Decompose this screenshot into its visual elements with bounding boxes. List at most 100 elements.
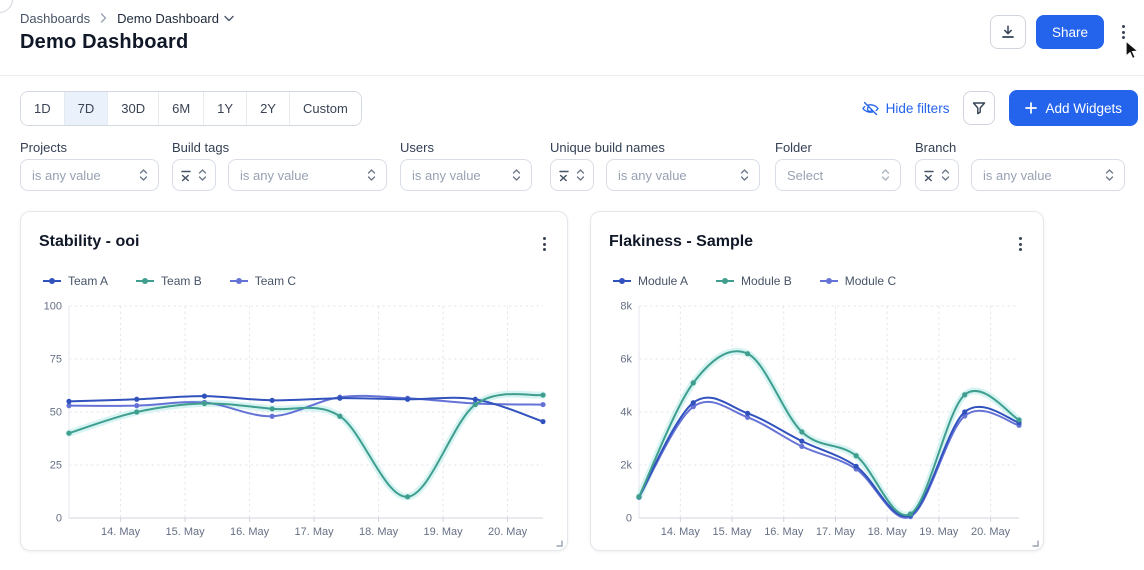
legend-item[interactable]: Team B: [136, 274, 202, 288]
legend-label: Team B: [161, 274, 202, 288]
widget-title: Stability - ooi: [39, 233, 140, 250]
range-6m-button[interactable]: 6M: [158, 92, 204, 125]
matches-operator-icon: [924, 170, 934, 182]
svg-text:17. May: 17. May: [294, 526, 334, 538]
svg-text:19. May: 19. May: [919, 526, 959, 538]
legend-item[interactable]: Module C: [819, 274, 897, 288]
matches-operator-icon: [181, 170, 191, 182]
eye-off-icon: [861, 101, 879, 115]
build-tags-operator-select[interactable]: [172, 159, 216, 191]
select-chevrons-icon: [740, 169, 749, 181]
filter-label-projects: Projects: [20, 140, 67, 155]
breadcrumb-dashboards-link[interactable]: Dashboards: [20, 11, 90, 26]
resize-handle-icon[interactable]: [554, 538, 563, 547]
select-chevrons-icon: [198, 169, 207, 181]
unique-build-names-select[interactable]: is any value: [606, 159, 760, 191]
legend-marker-icon: [613, 278, 631, 284]
svg-text:15. May: 15. May: [166, 526, 206, 538]
users-placeholder: is any value: [412, 167, 481, 183]
legend-marker-icon: [716, 278, 735, 284]
svg-text:20. May: 20. May: [488, 526, 528, 538]
branch-select[interactable]: is any value: [971, 159, 1125, 191]
toolbar-actions: Hide filters Add Widgets: [861, 90, 1138, 126]
projects-placeholder: is any value: [32, 167, 101, 183]
svg-text:4k: 4k: [620, 407, 632, 419]
range-1d-button[interactable]: 1D: [21, 92, 64, 125]
select-chevrons-icon: [941, 169, 950, 181]
line-chart-flakiness: 0 2k 4k 6k 8k 14. May 15. May 16. May 17. May 18.…: [603, 298, 1033, 555]
breadcrumb-current[interactable]: Demo Dashboard: [117, 11, 234, 26]
svg-text:6k: 6k: [620, 354, 632, 366]
legend-marker-icon: [819, 278, 838, 284]
select-chevrons-icon: [1105, 169, 1114, 181]
select-chevrons-icon: [139, 169, 148, 181]
filter-label-branch: Branch: [915, 140, 957, 155]
header: Dashboards Demo Dashboard Demo Dashboard…: [0, 0, 1144, 76]
svg-text:18. May: 18. May: [868, 526, 908, 538]
breadcrumb: Dashboards Demo Dashboard: [20, 11, 234, 26]
select-chevrons-icon: [576, 169, 585, 181]
chart-legend: Team A Team B Team C: [43, 274, 296, 288]
svg-text:0: 0: [626, 513, 632, 525]
legend-label: Team C: [254, 274, 297, 288]
widget-title: Flakiness - Sample: [609, 233, 754, 250]
legend-label: Module B: [741, 274, 792, 288]
download-button[interactable]: [989, 15, 1026, 49]
range-7d-button[interactable]: 7D: [63, 92, 108, 125]
filter-label-users: Users: [400, 140, 434, 155]
resize-handle-icon[interactable]: [1030, 538, 1039, 547]
svg-text:18. May: 18. May: [359, 526, 399, 538]
line-chart-stability: 0 25 50 75 100 14. May 15. May 16. May 17. May 18…: [33, 298, 557, 555]
svg-text:20. May: 20. May: [971, 526, 1011, 538]
range-1y-button[interactable]: 1Y: [203, 92, 247, 125]
legend-item[interactable]: Team A: [43, 274, 108, 288]
chevron-down-icon: [224, 15, 234, 22]
legend-label: Module C: [844, 274, 897, 288]
chart-legend: Module A Module B Module C: [613, 274, 896, 288]
legend-marker-icon: [136, 278, 155, 284]
unique-build-names-placeholder: is any value: [618, 167, 687, 183]
branch-operator-select[interactable]: [915, 159, 959, 191]
legend-item[interactable]: Module A: [613, 274, 688, 288]
range-2y-button[interactable]: 2Y: [246, 92, 289, 125]
legend-item[interactable]: Team C: [229, 274, 297, 288]
svg-text:16. May: 16. May: [230, 526, 270, 538]
download-icon: [1002, 25, 1014, 38]
unique-build-names-operator-select[interactable]: [550, 159, 594, 191]
select-chevrons-icon: [512, 169, 521, 181]
projects-select[interactable]: is any value: [20, 159, 159, 191]
chart-canvas: 0 2k 4k 6k 8k 14. May 15. May 16. May 17. May 18.…: [620, 301, 1023, 538]
legend-marker-icon: [229, 278, 248, 284]
share-button-label: Share: [1051, 24, 1088, 40]
legend-item[interactable]: Module B: [716, 274, 792, 288]
page-title: Demo Dashboard: [20, 31, 189, 53]
hide-filters-label: Hide filters: [885, 100, 950, 116]
matches-operator-icon: [559, 170, 569, 182]
folder-placeholder: Select: [787, 167, 824, 183]
legend-label: Team A: [68, 274, 109, 288]
widget-kebab-menu[interactable]: [535, 232, 553, 256]
users-select[interactable]: is any value: [400, 159, 532, 191]
svg-text:25: 25: [50, 460, 62, 472]
svg-text:19. May: 19. May: [423, 526, 463, 538]
svg-text:75: 75: [50, 354, 62, 366]
folder-select[interactable]: Select: [775, 159, 901, 191]
filters-row: Projects is any value Build tags is any …: [0, 140, 1144, 195]
hide-filters-toggle[interactable]: Hide filters: [861, 100, 950, 116]
svg-text:8k: 8k: [620, 301, 632, 313]
chart-canvas: 0 25 50 75 100 14. May 15. May 16. May 17. May 18…: [44, 301, 547, 538]
range-30d-button[interactable]: 30D: [107, 92, 159, 125]
widget-card-flakiness: Flakiness - Sample Module A Module B Modul…: [590, 211, 1044, 551]
svg-text:0: 0: [56, 513, 62, 525]
filter-button[interactable]: [963, 91, 996, 125]
svg-text:14. May: 14. May: [101, 526, 141, 538]
widget-card-stability: Stability - ooi Team A Team B Team C 0 25 50…: [20, 211, 568, 551]
share-button[interactable]: Share: [1035, 15, 1104, 49]
build-tags-select[interactable]: is any value: [228, 159, 387, 191]
svg-text:14. May: 14. May: [661, 526, 701, 538]
widget-kebab-menu[interactable]: [1011, 232, 1029, 256]
add-widgets-button[interactable]: Add Widgets: [1009, 90, 1138, 126]
range-custom-button[interactable]: Custom: [288, 92, 361, 125]
header-kebab-menu[interactable]: [1114, 20, 1132, 44]
filter-label-build-tags: Build tags: [172, 140, 230, 155]
